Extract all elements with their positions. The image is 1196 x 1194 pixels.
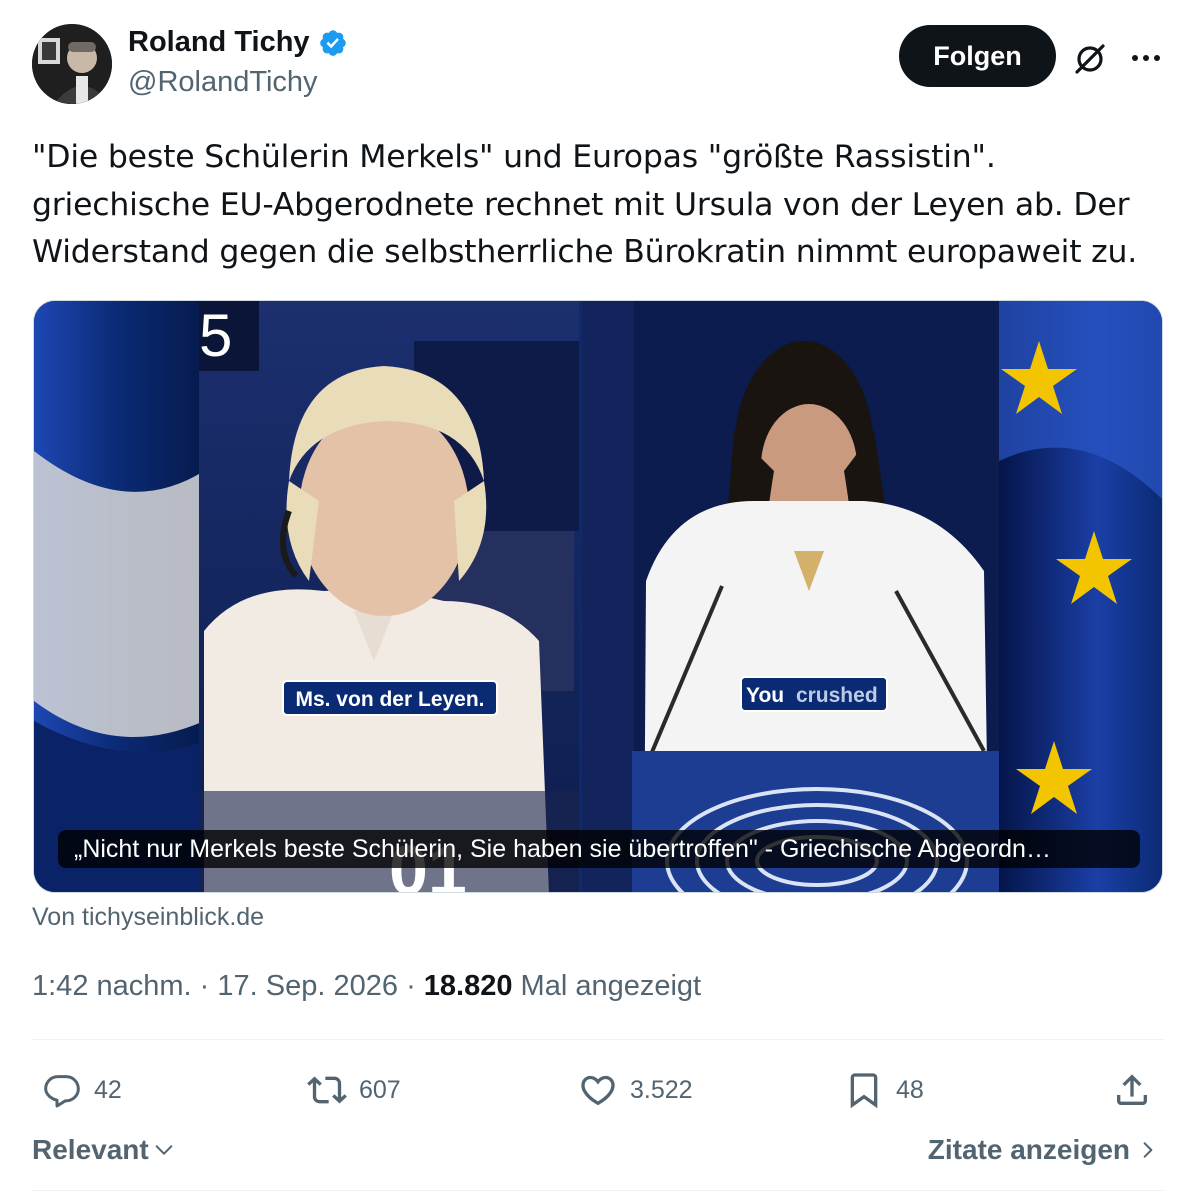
svg-text:You crushed: You crushed — [746, 684, 878, 707]
meta-separator: · — [199, 970, 218, 1002]
tweet-time[interactable]: 1:42 nachm. — [32, 970, 192, 1002]
tweet-line: griechische EU-Abgerodnete rechnet mit U… — [32, 186, 1130, 223]
tweet-text: "Die beste Schülerin Merkels" und Europa… — [32, 134, 1162, 277]
author-handle[interactable]: @RolandTichy — [128, 66, 318, 99]
tweet-line: Widerstand gegen die selbstherrliche Bür… — [32, 234, 1138, 270]
reply-count: 42 — [94, 1075, 122, 1104]
video-thumbnail: 5 01 Ms. von d — [34, 301, 1162, 892]
share-button[interactable] — [1112, 1062, 1152, 1118]
subtitle-right-a: You — [746, 684, 784, 707]
tweet-date[interactable]: 17. Sep. 2026 — [217, 970, 398, 1002]
subtitle-right-b: crushed — [796, 684, 878, 707]
follow-button[interactable]: Folgen — [899, 25, 1056, 87]
divider — [32, 1190, 1164, 1191]
chevron-right-icon — [1143, 1142, 1153, 1158]
like-button[interactable]: 3.522 — [578, 1062, 693, 1118]
subtitle-left: Ms. von der Leyen. — [295, 688, 484, 711]
svg-text:5: 5 — [199, 302, 232, 369]
repost-icon — [307, 1076, 347, 1104]
repost-button[interactable]: 607 — [307, 1062, 401, 1118]
view-quotes-link[interactable]: Zitate anzeigen — [928, 1134, 1158, 1166]
media-source-link[interactable]: Von tichyseinblick.de — [32, 903, 264, 932]
avatar[interactable] — [32, 24, 112, 104]
bookmark-count: 48 — [896, 1075, 924, 1104]
views-label: Mal angezeigt — [520, 970, 702, 1002]
divider — [32, 1039, 1164, 1040]
share-icon — [1117, 1074, 1147, 1105]
meta-separator: · — [406, 970, 424, 1002]
chevron-down-icon — [155, 1145, 173, 1155]
quotes-label: Zitate anzeigen — [927, 1134, 1130, 1165]
repost-count: 607 — [359, 1075, 401, 1104]
like-count: 3.522 — [630, 1075, 693, 1104]
reply-icon — [44, 1075, 80, 1108]
action-bar: 42 607 3.522 48 — [32, 1062, 1164, 1118]
heart-icon — [581, 1075, 615, 1106]
video-card[interactable]: 5 01 Ms. von d — [33, 300, 1163, 893]
verified-badge-icon — [319, 29, 346, 56]
bookmark-button[interactable]: 48 — [844, 1062, 924, 1118]
more-options-icon[interactable] — [1126, 38, 1166, 78]
bookmark-icon — [850, 1073, 878, 1109]
author-name[interactable]: Roland Tichy — [128, 26, 310, 59]
sort-dropdown[interactable]: Relevant — [32, 1134, 175, 1166]
grok-icon[interactable] — [1070, 38, 1110, 78]
sort-label: Relevant — [32, 1134, 149, 1165]
reply-button[interactable]: 42 — [42, 1062, 122, 1118]
author-name-row[interactable]: Roland Tichy — [128, 26, 348, 59]
tweet-line: "Die beste Schülerin Merkels" und Europa… — [32, 139, 996, 175]
avatar-image — [32, 24, 112, 104]
video-caption: „Nicht nur Merkels beste Schülerin, Sie … — [58, 830, 1140, 868]
views-count: 18.820 — [423, 970, 513, 1002]
tweet-meta: 1:42 nachm. · 17. Sep. 2026 · 18.820 Mal… — [32, 970, 701, 1003]
